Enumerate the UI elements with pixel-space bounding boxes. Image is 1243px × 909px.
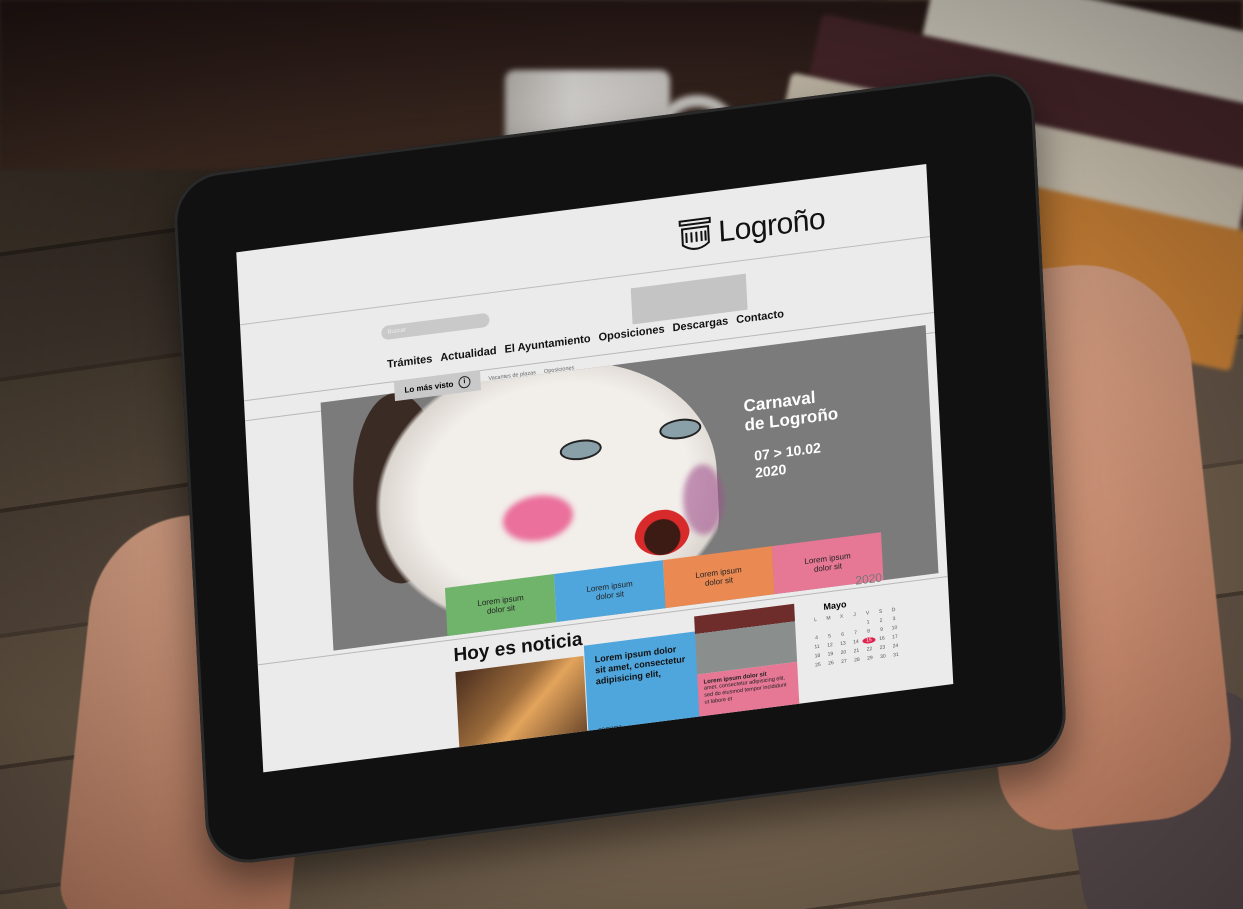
calendar-day[interactable]: 3 <box>887 615 900 623</box>
calendar-empty <box>809 625 822 633</box>
site-logo[interactable]: Logroño <box>677 199 826 258</box>
calendar-day[interactable]: 9 <box>875 626 888 634</box>
calendar-day[interactable]: 20 <box>837 649 850 657</box>
logo-text: Logroño <box>717 202 826 249</box>
calendar-day[interactable]: 10 <box>888 624 901 632</box>
calendar-day[interactable]: 12 <box>823 642 836 650</box>
calendar-day[interactable]: 27 <box>837 658 850 666</box>
calendar-day[interactable]: 15 <box>862 636 876 645</box>
calendar-empty <box>822 624 835 632</box>
calendar-month[interactable]: Mayo <box>823 599 847 612</box>
most-viewed-label: Lo más visto <box>404 379 454 395</box>
tablet-screen: Logroño Buscar Carnaval de Logroño 07 > … <box>236 164 954 773</box>
castle-crest-icon <box>678 216 711 250</box>
calendar-weekday: D <box>891 606 896 614</box>
nav-item-oposiciones[interactable]: Oposiciones <box>598 323 665 343</box>
calendar-weekday: M <box>826 615 831 622</box>
calendar-day[interactable]: 14 <box>849 638 862 646</box>
quick-link[interactable]: Oposiciones <box>544 365 575 375</box>
calendar-day[interactable]: 24 <box>889 642 902 650</box>
calendar-weekday: L <box>814 616 818 624</box>
info-icon: i <box>458 375 471 389</box>
calendar-day[interactable]: 23 <box>876 644 889 652</box>
hero-date: 07 > 10.02 2020 <box>754 439 822 482</box>
calendar-day[interactable]: 1 <box>861 619 874 627</box>
calendar-day[interactable]: 2 <box>874 617 887 625</box>
calendar-day[interactable]: 13 <box>836 640 849 648</box>
calendar-day[interactable]: 8 <box>862 628 875 636</box>
calendar-day[interactable]: 28 <box>850 656 863 664</box>
quick-link[interactable]: Vacantes de plazas <box>488 370 536 382</box>
calendar-empty <box>848 620 861 628</box>
calendar-day[interactable]: 11 <box>810 643 823 651</box>
tablet: Logroño Buscar Carnaval de Logroño 07 > … <box>172 67 1068 869</box>
calendar-day[interactable]: 17 <box>888 633 901 641</box>
news-card-text: Lorem ipsum dolor sit amet, consectetur … <box>594 644 686 687</box>
calendar-day[interactable]: 18 <box>811 652 824 660</box>
calendar-day[interactable]: 26 <box>824 660 837 668</box>
calendar-day[interactable]: 29 <box>863 655 876 663</box>
sleeve <box>1052 684 1243 909</box>
calendar-day[interactable]: 4 <box>810 634 823 642</box>
nav-item-tramites[interactable]: Trámites <box>387 353 433 371</box>
calendar-day[interactable]: 5 <box>823 633 836 641</box>
hero-title: Carnaval de Logroño <box>743 385 838 435</box>
calendar-grid: L M X J V S D 1 2 3 4 5 6 7 8 9 10 11 12 13 14 15 16 17 18 19 20 21… <box>809 606 903 669</box>
calendar-weekday: X <box>839 613 844 620</box>
search-input[interactable]: Buscar <box>381 312 490 341</box>
calendar-day[interactable]: 25 <box>811 661 824 669</box>
calendar-day[interactable]: 21 <box>850 647 863 655</box>
nav-item-contacto[interactable]: Contacto <box>736 308 784 326</box>
calendar-day[interactable]: 22 <box>863 646 876 654</box>
calendar-empty <box>835 622 848 630</box>
calendar-day[interactable]: 30 <box>876 653 889 661</box>
calendar-weekday: J <box>853 611 856 619</box>
calendar-weekday: V <box>865 610 870 617</box>
calendar-day[interactable]: 16 <box>875 635 888 643</box>
calendar-day[interactable]: 31 <box>889 651 902 659</box>
calendar-day[interactable]: 6 <box>836 631 849 639</box>
calendar-day[interactable]: 7 <box>849 629 862 637</box>
nav-item-ayuntamiento[interactable]: El Ayuntamiento <box>504 333 591 356</box>
nav-item-actualidad[interactable]: Actualidad <box>440 345 497 364</box>
calendar-weekday: S <box>878 608 883 615</box>
calendar-day[interactable]: 19 <box>824 651 837 659</box>
